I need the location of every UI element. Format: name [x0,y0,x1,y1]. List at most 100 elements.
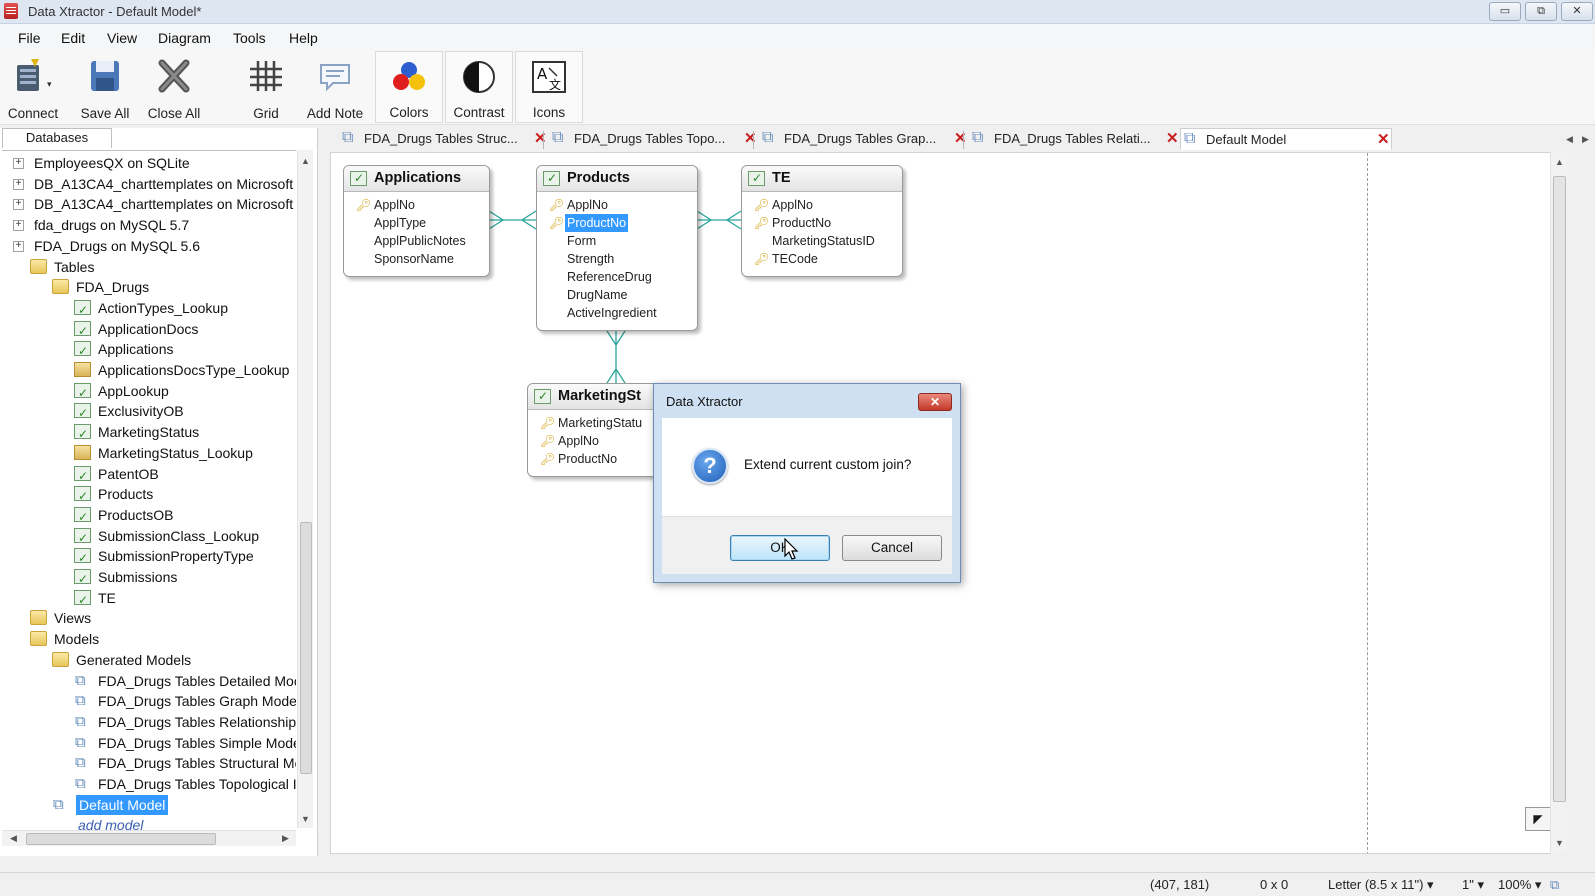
connect-button[interactable]: ▾ Connect [2,51,64,123]
menu-file[interactable]: File [18,30,41,46]
tree-item[interactable]: ApplicationsDocsType_Lookup [2,360,296,380]
add-note-button[interactable]: Add Note [302,51,368,123]
tree-item[interactable]: FDA_Drugs Tables Topological I [2,774,296,794]
canvas-vertical-scrollbar[interactable]: ▲ ▼ [1550,152,1567,854]
add-model-link[interactable]: add model [78,815,143,830]
zoom-select[interactable]: 100% ▾ [1498,877,1541,893]
scroll-thumb[interactable] [26,833,216,845]
tree-item[interactable]: + DB_A13CA4_charttemplates on Microsoft S [2,174,296,194]
tree-item-label: Views [54,610,92,627]
expand-icon[interactable]: + [13,199,24,211]
tree-item[interactable]: Submissions [2,567,296,589]
tree-item[interactable]: FDA_Drugs [2,277,296,297]
menu-diagram[interactable]: Diagram [158,30,211,46]
tree-item[interactable]: ProductsOB [2,505,296,527]
tree-item[interactable]: + FDA_Drugs on MySQL 5.6 [2,236,296,256]
scroll-down-icon[interactable]: ▼ [301,814,310,824]
tree-horizontal-scrollbar[interactable]: ◀ ▶ [2,830,296,846]
tree-item[interactable]: Products [2,484,296,506]
tree-item[interactable]: ExclusivityOB [2,401,296,423]
tree-item[interactable]: FDA_Drugs Tables Graph Model [2,691,296,711]
tree-item[interactable]: ActionTypes_Lookup [2,298,296,320]
tab-databases[interactable]: Databases [2,128,112,148]
entity-te[interactable]: TE 🔑︎ApplNo 🔑︎ProductNo MarketingStatusI… [741,165,903,277]
close-tab-icon[interactable]: ✕ [534,128,547,150]
dialog-close-button[interactable]: ✕ [918,393,952,411]
expand-icon[interactable]: + [13,240,24,252]
entity-applications[interactable]: Applications 🔑︎ApplNo ApplType ApplPubli… [343,165,490,277]
tree-item[interactable]: MarketingStatus_Lookup [2,443,296,463]
tree-item[interactable]: + fda_drugs on MySQL 5.7 [2,215,296,235]
scroll-left-icon[interactable]: ◀ [10,833,17,844]
dialog-message: Extend current custom join? [744,457,912,472]
contrast-button[interactable]: Contrast [445,51,513,123]
tree-item[interactable]: MarketingStatus [2,422,296,444]
grid-button[interactable]: Grid [236,51,296,123]
tree-item[interactable]: Applications [2,339,296,361]
tree-item[interactable]: AppLookup [2,381,296,403]
tab-topological-model[interactable]: FDA_Drugs Tables Topo... ✕ [552,127,757,150]
tree-item[interactable]: Generated Models [2,650,296,670]
entity-header[interactable]: TE [742,166,902,192]
menu-view[interactable]: View [107,30,137,46]
tree-item[interactable]: Views [2,608,296,628]
save-all-button[interactable]: Save All [74,51,136,123]
tabs-scroll-left-icon[interactable]: ◀ [1566,134,1573,145]
tree-vertical-scrollbar[interactable]: ▲ ▼ [297,150,313,828]
cancel-button[interactable]: Cancel [842,535,942,561]
scroll-down-icon[interactable]: ▼ [1555,838,1564,848]
tree-item[interactable]: + EmployeesQX on SQLite [2,153,296,173]
expand-icon[interactable]: + [13,158,24,169]
scroll-right-icon[interactable]: ▶ [282,833,289,844]
minimize-button[interactable]: ▭ [1489,2,1521,21]
tree-item[interactable]: FDA_Drugs Tables Detailed Moc [2,671,296,691]
expand-icon[interactable]: + [13,220,24,232]
tabs-scroll-right-icon[interactable]: ▶ [1582,134,1589,145]
scroll-thumb[interactable] [300,522,312,774]
lookup-table-icon [74,444,91,460]
icons-button[interactable]: A 文 Icons [515,51,583,123]
tree-item[interactable]: Default Model [2,794,296,815]
tab-graph-model[interactable]: FDA_Drugs Tables Grap... ✕ [762,127,967,150]
tab-default-model[interactable]: Default Model ✕ [1180,128,1392,150]
tree-item[interactable]: + DB_A13CA4_charttemplates on Microsoft S [2,194,296,214]
tree-item[interactable]: Tables [2,257,296,277]
colors-button[interactable]: Colors [375,51,443,123]
menu-help[interactable]: Help [289,30,318,46]
close-tab-icon[interactable]: ✕ [1166,128,1179,150]
dialog-title: Data Xtractor [666,394,743,409]
close-all-button[interactable]: Close All [142,51,206,123]
maximize-button[interactable]: ⧉ [1525,2,1557,21]
ok-button[interactable]: OK [730,535,830,561]
menu-edit[interactable]: Edit [61,30,85,46]
tree-item[interactable]: ApplicationDocs [2,319,296,341]
tree-item[interactable]: SubmissionPropertyType [2,546,296,568]
tree-item[interactable]: add model [2,815,296,830]
overview-toggle-button[interactable]: ◤ [1525,807,1551,831]
paper-size-select[interactable]: Letter (8.5 x 11") ▾ [1328,877,1434,893]
close-window-button[interactable]: ✕ [1561,2,1593,21]
entity-products[interactable]: Products 🔑︎ApplNo 🔑︎ProductNo Form Stren… [536,165,698,331]
tab-structural-model[interactable]: FDA_Drugs Tables Struc... ✕ [342,127,547,150]
tree-item[interactable]: FDA_Drugs Tables Simple Mode [2,733,296,753]
model-icon [972,127,988,149]
tab-relationship-model[interactable]: FDA_Drugs Tables Relati... ✕ [972,127,1179,150]
tree-item[interactable]: FDA_Drugs Tables Relationship [2,712,296,732]
expand-icon[interactable]: + [13,178,24,190]
close-tab-icon[interactable]: ✕ [954,128,967,150]
close-tab-icon[interactable]: ✕ [744,128,757,150]
tree-item[interactable]: SubmissionClass_Lookup [2,526,296,548]
scroll-up-icon[interactable]: ▲ [1555,157,1564,167]
scroll-thumb[interactable] [1553,176,1566,802]
tree-item[interactable]: TE [2,588,296,610]
tree-item[interactable]: PatentOB [2,464,296,486]
layout-icon[interactable]: ⧉ [1550,877,1559,893]
close-tab-icon[interactable]: ✕ [1377,129,1390,151]
entity-header[interactable]: Products [537,166,697,192]
menu-tools[interactable]: Tools [233,30,266,46]
tree-item[interactable]: FDA_Drugs Tables Structural Mc [2,753,296,773]
margin-select[interactable]: 1" ▾ [1462,877,1484,893]
entity-header[interactable]: Applications [344,166,489,192]
scroll-up-icon[interactable]: ▲ [301,156,310,166]
tree-item[interactable]: Models [2,629,296,649]
